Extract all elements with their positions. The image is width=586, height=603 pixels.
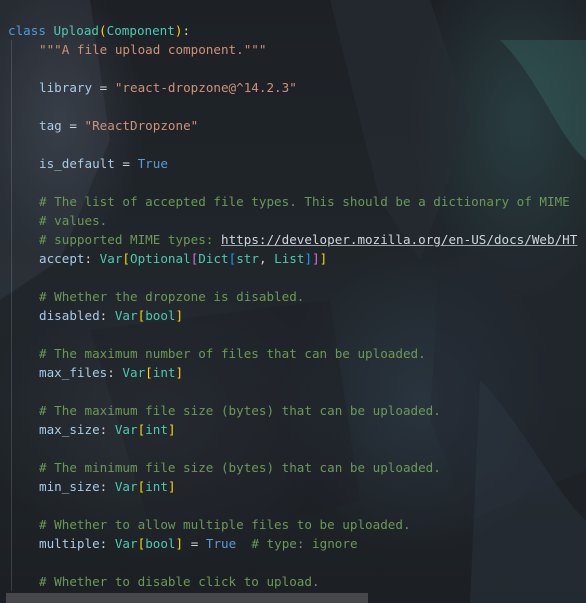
comment: # Whether the dropzone is disabled.: [39, 289, 305, 304]
code-line: tag = "ReactDropzone": [0, 116, 586, 135]
type-var: Var: [114, 536, 138, 551]
code-line: max_size: Var[int]: [0, 420, 586, 439]
library-value: "react-dropzone@^14.2.3": [114, 80, 297, 95]
mime-docs-link[interactable]: https://developer.mozilla.org/en-US/docs…: [221, 232, 577, 247]
type-list: List: [274, 251, 305, 266]
attr-multiple: multiple: [39, 536, 100, 551]
comment: # Whether to disable click to upload.: [39, 574, 320, 589]
class-name: Upload: [53, 23, 100, 38]
comment: # supported MIME types:: [39, 232, 221, 247]
code-line: # Whether to allow multiple files to be …: [0, 515, 586, 534]
docstring: """A file upload component.""": [39, 42, 267, 57]
tag-value: "ReactDropzone": [84, 118, 199, 133]
type-int: int: [152, 365, 176, 380]
code-line: [0, 382, 586, 401]
code-line: # supported MIME types: https://develope…: [0, 230, 586, 249]
type-int: int: [145, 422, 168, 437]
horizontal-scrollbar[interactable]: [6, 593, 368, 603]
code-line: # Whether the dropzone is disabled.: [0, 287, 586, 306]
code-line: # The maximum file size (bytes) that can…: [0, 401, 586, 420]
attr-is-default: is_default: [39, 156, 115, 171]
type-optional: Optional: [130, 251, 191, 266]
code-line: # The minimum file size (bytes) that can…: [0, 458, 586, 477]
type-var: Var: [99, 251, 123, 266]
code-line: class Upload(Component):: [8, 23, 191, 38]
comment: # The maximum number of files that can b…: [39, 346, 426, 361]
code-line: [0, 439, 586, 458]
base-class: Component: [106, 23, 175, 38]
code-line: # The list of accepted file types. This …: [0, 192, 586, 211]
comment: # Whether to allow multiple files to be …: [39, 517, 411, 532]
code-line: [0, 135, 586, 154]
code-line: # Whether to disable click to upload.: [0, 572, 586, 591]
comment: # The list of accepted file types. This …: [39, 194, 570, 209]
comment: # The minimum file size (bytes) that can…: [39, 460, 441, 475]
attr-tag: tag: [39, 118, 62, 133]
code-line: # values.: [0, 211, 586, 230]
code-line: [0, 553, 586, 572]
attr-min-size: min_size: [39, 479, 100, 494]
code-line: max_files: Var[int]: [0, 363, 586, 382]
attr-disabled: disabled: [39, 308, 100, 323]
type-var: Var: [114, 308, 138, 323]
code-line: [0, 496, 586, 515]
code-line: multiple: Var[bool] = True # type: ignor…: [0, 534, 586, 553]
type-var: Var: [114, 422, 138, 437]
multiple-value: True: [205, 536, 237, 551]
comment: # The maximum file size (bytes) that can…: [39, 403, 441, 418]
attr-accept: accept: [39, 251, 85, 266]
comment: # values.: [39, 213, 108, 228]
attr-max-files: max_files: [39, 365, 108, 380]
code-line: min_size: Var[int]: [0, 477, 586, 496]
type-ignore-comment: # type: ignore: [251, 536, 358, 551]
type-var: Var: [114, 479, 138, 494]
code-area[interactable]: class Upload(Component): """A file uploa…: [0, 21, 586, 591]
code-line: accept: Var[Optional[Dict[str, List]]]: [0, 249, 586, 268]
keyword-class: class: [8, 23, 46, 38]
code-line: is_default = True: [0, 154, 586, 173]
code-line: [0, 97, 586, 116]
code-editor[interactable]: class Upload(Component): """A file uploa…: [0, 0, 586, 603]
type-dict: Dict: [198, 251, 229, 266]
code-line: # The maximum number of files that can b…: [0, 344, 586, 363]
type-int: int: [145, 479, 168, 494]
attr-max-size: max_size: [39, 422, 100, 437]
code-line: [0, 173, 586, 192]
code-line: library = "react-dropzone@^14.2.3": [0, 78, 586, 97]
code-line: [0, 268, 586, 287]
code-line: [0, 59, 586, 78]
type-bool: bool: [145, 308, 176, 323]
type-str: str: [236, 251, 259, 266]
type-bool: bool: [145, 536, 176, 551]
code-line: """A file upload component.""": [0, 40, 586, 59]
is-default-value: True: [137, 156, 168, 171]
type-var: Var: [122, 365, 146, 380]
code-line: [0, 325, 586, 344]
code-line: disabled: Var[bool]: [0, 306, 586, 325]
attr-library: library: [39, 80, 93, 95]
